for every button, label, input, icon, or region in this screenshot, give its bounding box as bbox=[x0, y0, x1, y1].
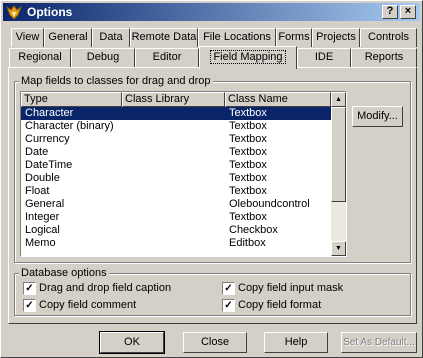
cell-type: Integer bbox=[25, 211, 60, 223]
tab-forms[interactable]: Forms bbox=[276, 28, 312, 47]
table-row[interactable]: Date Textbox bbox=[21, 146, 331, 159]
cell-class-name: Textbox bbox=[229, 172, 267, 184]
checkbox-label: Copy field comment bbox=[39, 299, 137, 311]
column-header-class-library[interactable]: Class Library bbox=[122, 92, 225, 107]
cell-class-name: Textbox bbox=[229, 107, 267, 119]
cell-type: DateTime bbox=[25, 159, 73, 171]
scroll-thumb[interactable] bbox=[331, 107, 346, 202]
table-row[interactable]: Memo Editbox bbox=[21, 237, 331, 250]
table-row[interactable]: Float Textbox bbox=[21, 185, 331, 198]
tab-reports[interactable]: Reports bbox=[351, 48, 417, 68]
fox-icon bbox=[6, 5, 22, 20]
database-options-group-label: Database options bbox=[19, 267, 109, 279]
cell-class-name: Textbox bbox=[229, 120, 267, 132]
tab-regional[interactable]: Regional bbox=[9, 48, 71, 68]
list-header: Type Class Library Class Name bbox=[21, 92, 331, 107]
scroll-down-icon[interactable]: ▼ bbox=[331, 241, 346, 256]
set-as-default-button[interactable]: Set As Default... bbox=[341, 332, 417, 353]
checkbox-label: Copy field input mask bbox=[238, 282, 344, 294]
tab-debug[interactable]: Debug bbox=[71, 48, 135, 68]
table-row[interactable]: Logical Checkbox bbox=[21, 224, 331, 237]
tab-controls[interactable]: Controls bbox=[360, 28, 417, 47]
table-row[interactable]: Double Textbox bbox=[21, 172, 331, 185]
ok-button[interactable]: OK bbox=[99, 331, 165, 354]
cell-class-name: Textbox bbox=[229, 146, 267, 158]
checkbox-copy-comment[interactable]: ✓ bbox=[23, 299, 36, 312]
cell-type: Logical bbox=[25, 224, 60, 236]
table-row[interactable]: Integer Textbox bbox=[21, 211, 331, 224]
field-mapping-list[interactable]: Type Class Library Class Name Character T… bbox=[20, 91, 347, 257]
scroll-up-icon[interactable]: ▲ bbox=[331, 92, 346, 107]
close-button[interactable]: Close bbox=[183, 332, 247, 353]
cell-type: Date bbox=[25, 146, 49, 158]
table-row[interactable]: Character (binary) Textbox bbox=[21, 120, 331, 133]
tab-data[interactable]: Data bbox=[92, 28, 130, 47]
window-title: Options bbox=[27, 5, 73, 19]
options-window: Options ? × View General Data Remote Dat… bbox=[0, 0, 423, 358]
tab-ide[interactable]: IDE bbox=[297, 48, 351, 68]
modify-button[interactable]: Modify... bbox=[352, 106, 403, 127]
table-row[interactable]: Currency Textbox bbox=[21, 133, 331, 146]
tab-file-locations[interactable]: File Locations bbox=[198, 28, 276, 47]
tab-remote-data[interactable]: Remote Data bbox=[130, 28, 198, 47]
question-icon[interactable]: ? bbox=[382, 5, 398, 19]
table-row[interactable]: DateTime Textbox bbox=[21, 159, 331, 172]
cell-type: Float bbox=[25, 185, 50, 197]
cell-type: Memo bbox=[25, 237, 56, 249]
tab-field-mapping[interactable]: Field Mapping bbox=[199, 46, 297, 69]
help-button[interactable]: Help bbox=[264, 332, 328, 353]
tab-field-mapping-label: Field Mapping bbox=[210, 50, 286, 64]
map-fields-group-label: Map fields to classes for drag and drop bbox=[19, 75, 213, 87]
checkbox-label: Copy field format bbox=[238, 299, 322, 311]
cell-class-name: Editbox bbox=[229, 237, 266, 249]
cell-class-name: Textbox bbox=[229, 185, 267, 197]
cell-class-name: Textbox bbox=[229, 211, 267, 223]
tab-view[interactable]: View bbox=[11, 28, 44, 47]
tab-general[interactable]: General bbox=[44, 28, 92, 47]
column-header-type[interactable]: Type bbox=[21, 92, 122, 107]
title-bar[interactable]: Options ? × bbox=[3, 3, 420, 21]
cell-class-name: Checkbox bbox=[229, 224, 278, 236]
cell-class-name: Oleboundcontrol bbox=[229, 198, 310, 210]
tab-editor[interactable]: Editor bbox=[135, 48, 199, 68]
checkbox-copy-format[interactable]: ✓ bbox=[222, 299, 235, 312]
close-icon[interactable]: × bbox=[400, 5, 416, 19]
checkbox-label: Drag and drop field caption bbox=[39, 282, 172, 294]
table-row[interactable]: General Oleboundcontrol bbox=[21, 198, 331, 211]
table-row[interactable]: Character Textbox bbox=[21, 107, 331, 120]
checkbox-copy-input-mask[interactable]: ✓ bbox=[222, 282, 235, 295]
column-header-class-name[interactable]: Class Name bbox=[225, 92, 331, 107]
cell-class-name: Textbox bbox=[229, 133, 267, 145]
cell-type: Character bbox=[25, 107, 74, 119]
tab-projects[interactable]: Projects bbox=[312, 28, 360, 47]
cell-type: Currency bbox=[25, 133, 70, 145]
cell-class-name: Textbox bbox=[229, 159, 267, 171]
checkbox-drag-drop-caption[interactable]: ✓ bbox=[23, 282, 36, 295]
cell-type: Double bbox=[25, 172, 60, 184]
cell-type: General bbox=[25, 198, 65, 210]
vertical-scrollbar[interactable]: ▲ ▼ bbox=[331, 92, 346, 256]
cell-type: Character (binary) bbox=[25, 120, 114, 132]
